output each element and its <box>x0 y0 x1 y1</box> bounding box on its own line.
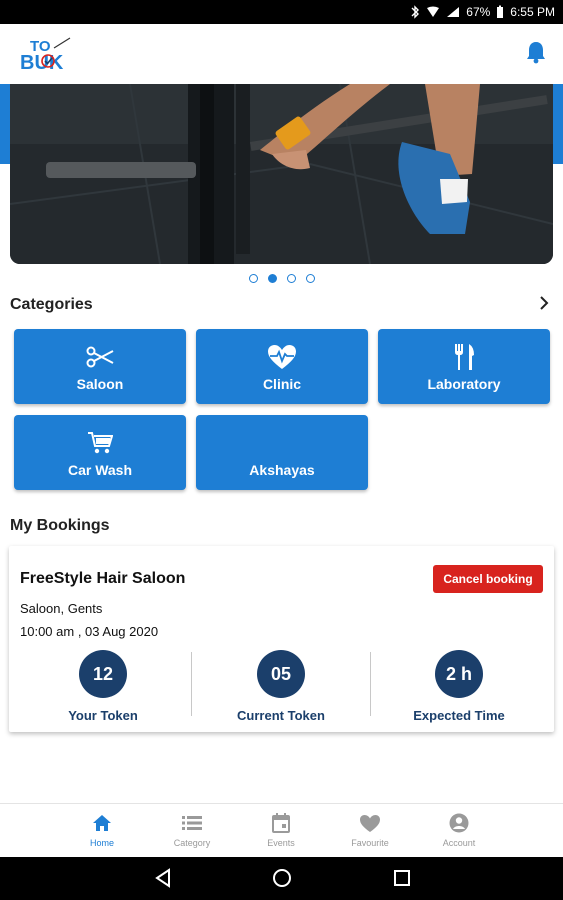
category-label: Clinic <box>262 375 302 392</box>
current-token-value: 05 <box>257 650 305 698</box>
battery-percentage: 67% <box>466 5 491 19</box>
carousel-dot-active[interactable] <box>267 274 277 283</box>
category-label: Saloon <box>76 375 124 392</box>
booking-category: Saloon, Gents <box>20 601 103 616</box>
status-bar: 67% 6:55 PM <box>0 0 563 24</box>
fork-knife-icon <box>455 343 474 370</box>
current-token-label: Current Token <box>237 708 325 723</box>
back-icon[interactable] <box>154 868 172 888</box>
home-circle-icon[interactable] <box>272 868 292 888</box>
carousel-dot[interactable] <box>286 274 296 283</box>
nav-home[interactable]: Home <box>67 810 137 848</box>
nav-label: Home <box>89 838 114 848</box>
nav-label: Events <box>267 838 295 848</box>
expected-time-label: Expected Time <box>413 708 505 723</box>
your-token: 12 Your Token <box>43 650 163 723</box>
category-saloon[interactable]: Saloon <box>14 329 186 404</box>
carousel-dot[interactable] <box>305 274 315 283</box>
nav-account[interactable]: Account <box>424 810 494 848</box>
current-token: 05 Current Token <box>221 650 341 723</box>
category-label: Akshayas <box>249 461 315 478</box>
nav-label: Favourite <box>351 838 389 848</box>
carousel-indicator <box>0 274 563 283</box>
notification-bell-icon[interactable] <box>525 40 547 64</box>
recents-icon[interactable] <box>393 868 411 888</box>
cart-icon <box>88 431 113 453</box>
system-navigation-bar <box>0 857 563 900</box>
categories-title: Categories <box>10 296 93 313</box>
banner-carousel[interactable] <box>10 84 553 264</box>
status-time: 6:55 PM <box>510 5 555 19</box>
nav-label: Account <box>442 838 476 848</box>
signal-icon <box>427 6 440 17</box>
booking-card[interactable]: FreeStyle Hair Saloon Cancel booking Sal… <box>9 546 554 732</box>
banner-image <box>10 84 553 264</box>
category-akshayas[interactable]: Akshayas <box>196 415 368 490</box>
your-token-label: Your Token <box>68 708 138 723</box>
heart-icon <box>360 814 380 832</box>
expected-time-value: 2 h <box>435 650 483 698</box>
chevron-right-icon[interactable] <box>539 296 549 310</box>
your-token-value: 12 <box>79 650 127 698</box>
home-icon <box>93 815 111 831</box>
divider <box>191 652 192 716</box>
nav-category[interactable]: Category <box>157 810 227 848</box>
shop-name: FreeStyle Hair Saloon <box>20 570 186 587</box>
booking-datetime: 10:00 am , 03 Aug 2020 <box>20 624 159 639</box>
category-label: Laboratory <box>427 375 501 392</box>
bottom-navigation: Home Category Events Favourite Account <box>0 803 563 857</box>
scissors-icon <box>86 346 114 367</box>
bluetooth-icon <box>411 5 420 19</box>
app-bar: TO BUK <box>0 24 563 84</box>
battery-icon <box>497 5 504 18</box>
carousel-dot[interactable] <box>248 274 258 283</box>
cancel-booking-button[interactable]: Cancel booking <box>433 565 543 593</box>
nav-favourite[interactable]: Favourite <box>335 810 405 848</box>
heart-pulse-icon <box>268 344 296 369</box>
nav-events[interactable]: Events <box>246 810 316 848</box>
category-clinic[interactable]: Clinic <box>196 329 368 404</box>
nav-label: Category <box>173 838 211 848</box>
wifi-icon <box>447 7 460 17</box>
list-icon <box>182 816 202 830</box>
calendar-icon <box>272 813 290 833</box>
category-laboratory[interactable]: Laboratory <box>378 329 550 404</box>
category-car-wash[interactable]: Car Wash <box>14 415 186 490</box>
account-icon <box>449 813 469 833</box>
expected-time: 2 h Expected Time <box>399 650 519 723</box>
category-label: Car Wash <box>67 461 133 478</box>
divider <box>370 652 371 716</box>
my-bookings-title: My Bookings <box>10 517 110 534</box>
app-logo[interactable]: TO BUK <box>18 34 80 74</box>
